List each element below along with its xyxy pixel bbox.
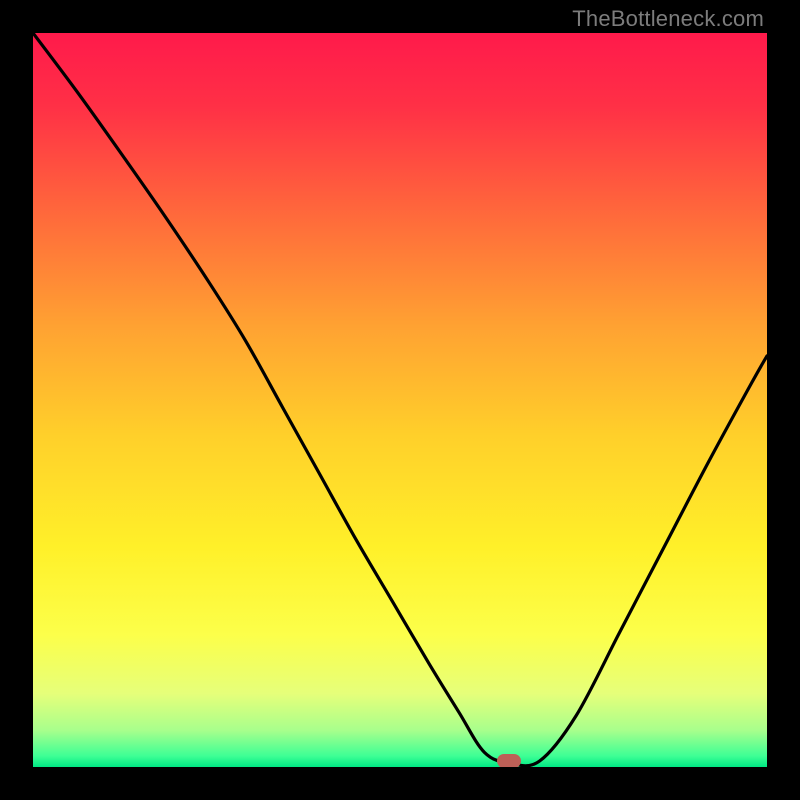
chart-stage: TheBottleneck.com [0, 0, 800, 800]
watermark-text: TheBottleneck.com [572, 6, 764, 32]
optimal-point-marker [497, 754, 521, 767]
bottleneck-curve [33, 33, 767, 767]
plot-area [33, 33, 767, 767]
